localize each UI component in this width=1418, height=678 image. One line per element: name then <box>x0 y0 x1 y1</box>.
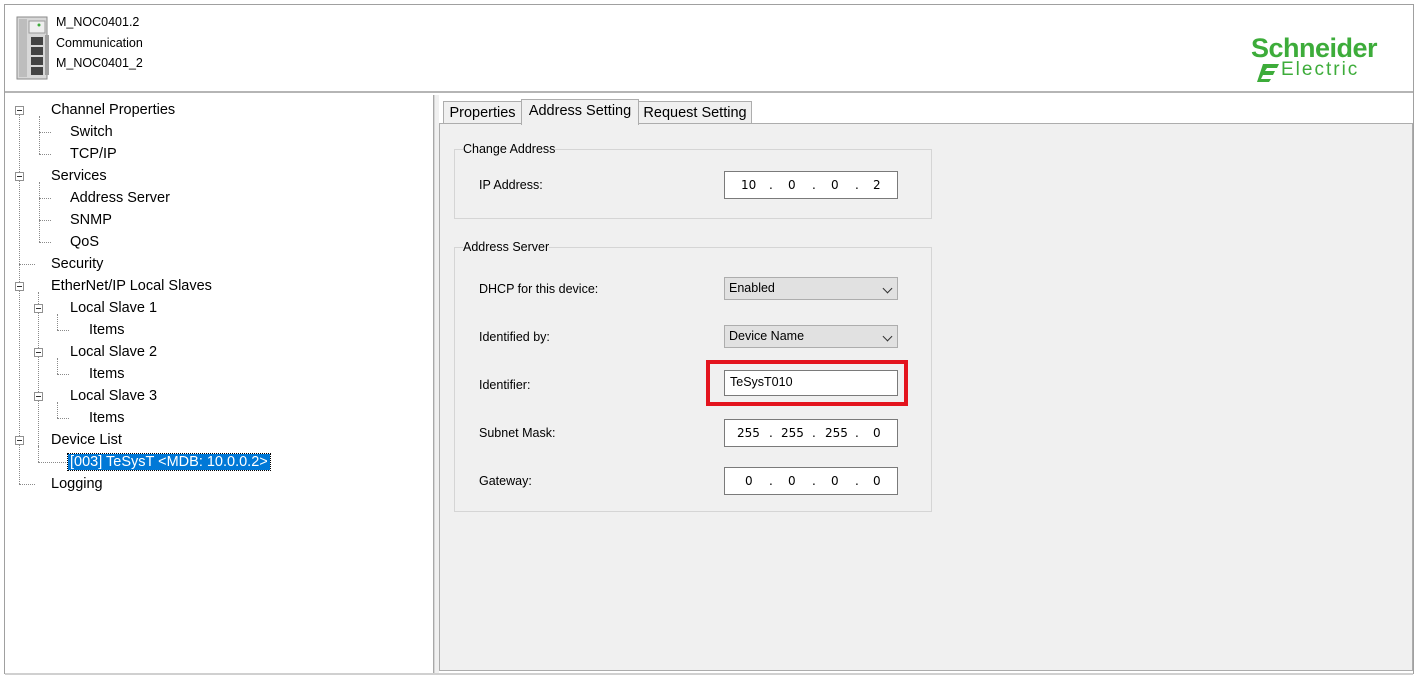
header-separator <box>5 91 1413 93</box>
tree-item-local-slave-3[interactable]: Local Slave 3 <box>70 385 157 407</box>
identifier-label: Identifier: <box>479 378 531 392</box>
tree-item-items[interactable]: Items <box>89 319 124 341</box>
collapse-icon[interactable] <box>15 172 24 181</box>
module-instance: M_NOC0401_2 <box>56 56 143 70</box>
tree-item-security[interactable]: Security <box>51 253 103 275</box>
tree-item-local-slave-2[interactable]: Local Slave 2 <box>70 341 157 363</box>
identified-by-label: Identified by: <box>479 330 550 344</box>
collapse-icon[interactable] <box>34 392 43 401</box>
gateway-label: Gateway: <box>479 474 532 488</box>
module-header: M_NOC0401.2 Communication M_NOC0401_2 Sc… <box>5 5 1413 91</box>
tree-item-address-server[interactable]: Address Server <box>70 187 170 209</box>
tree-item-channel-properties[interactable]: Channel Properties <box>51 99 175 121</box>
collapse-icon[interactable] <box>34 348 43 357</box>
settings-pane: Properties Address Setting Request Setti… <box>439 95 1413 673</box>
tree-item-services[interactable]: Services <box>51 165 107 187</box>
tree-item-items[interactable]: Items <box>89 363 124 385</box>
bottom-border <box>5 673 1413 675</box>
tab-request-setting[interactable]: Request Setting <box>638 101 752 123</box>
address-server-title: Address Server <box>463 239 550 255</box>
gateway-field[interactable]: 0 . 0 . 0 . 0 <box>724 467 898 495</box>
tree-item-tesyst-device[interactable]: [003] TeSysT <MDB: 10.0.0.2> <box>67 451 271 473</box>
tree-item-snmp[interactable]: SNMP <box>70 209 112 231</box>
change-address-title: Change Address <box>463 141 556 157</box>
module-category: Communication <box>56 36 143 50</box>
tree-item-local-slave-1[interactable]: Local Slave 1 <box>70 297 157 319</box>
tree-item-device-list[interactable]: Device List <box>51 429 122 451</box>
subnet-mask-label: Subnet Mask: <box>479 426 556 440</box>
module-name: M_NOC0401.2 <box>56 15 140 29</box>
tree-item-items[interactable]: Items <box>89 407 124 429</box>
tab-strip: Properties Address Setting Request Setti… <box>439 99 1418 125</box>
schneider-electric-logo: Schneider Electric <box>1251 33 1411 85</box>
window-frame: M_NOC0401.2 Communication M_NOC0401_2 Sc… <box>4 4 1414 675</box>
tree-item-switch[interactable]: Switch <box>70 121 113 143</box>
dhcp-label: DHCP for this device: <box>479 282 599 296</box>
subnet-mask-field[interactable]: 255 . 255 . 255 . 0 <box>724 419 898 447</box>
change-address-group: Change Address IP Address: 10 . 0 . 0 . … <box>454 141 932 219</box>
ip-address-field[interactable]: 10 . 0 . 0 . 2 <box>724 171 898 199</box>
dhcp-dropdown[interactable]: Enabled <box>724 277 898 300</box>
chevron-down-icon <box>882 283 893 294</box>
chevron-down-icon <box>882 331 893 342</box>
tree-item-ethernetip-local-slaves[interactable]: EtherNet/IP Local Slaves <box>51 275 212 297</box>
collapse-icon[interactable] <box>15 436 24 445</box>
identified-by-dropdown[interactable]: Device Name <box>724 325 898 348</box>
identifier-input[interactable]: TeSysT010 <box>724 370 898 396</box>
tab-properties[interactable]: Properties <box>443 101 522 123</box>
life-is-on-icon <box>1257 64 1279 82</box>
collapse-icon[interactable] <box>15 106 24 115</box>
tree-item-tcpip[interactable]: TCP/IP <box>70 143 117 165</box>
noc-module-icon <box>16 16 49 80</box>
tree-item-qos[interactable]: QoS <box>70 231 99 253</box>
collapse-icon[interactable] <box>15 282 24 291</box>
tab-address-setting[interactable]: Address Setting <box>521 99 639 125</box>
config-tree[interactable]: Channel Properties Switch TCP/IP Service… <box>7 95 434 673</box>
address-setting-panel: Change Address IP Address: 10 . 0 . 0 . … <box>439 123 1413 671</box>
collapse-icon[interactable] <box>34 304 43 313</box>
ip-address-label: IP Address: <box>479 178 543 192</box>
tree-item-logging[interactable]: Logging <box>51 473 103 495</box>
address-server-group: Address Server DHCP for this device: Ena… <box>454 239 932 512</box>
